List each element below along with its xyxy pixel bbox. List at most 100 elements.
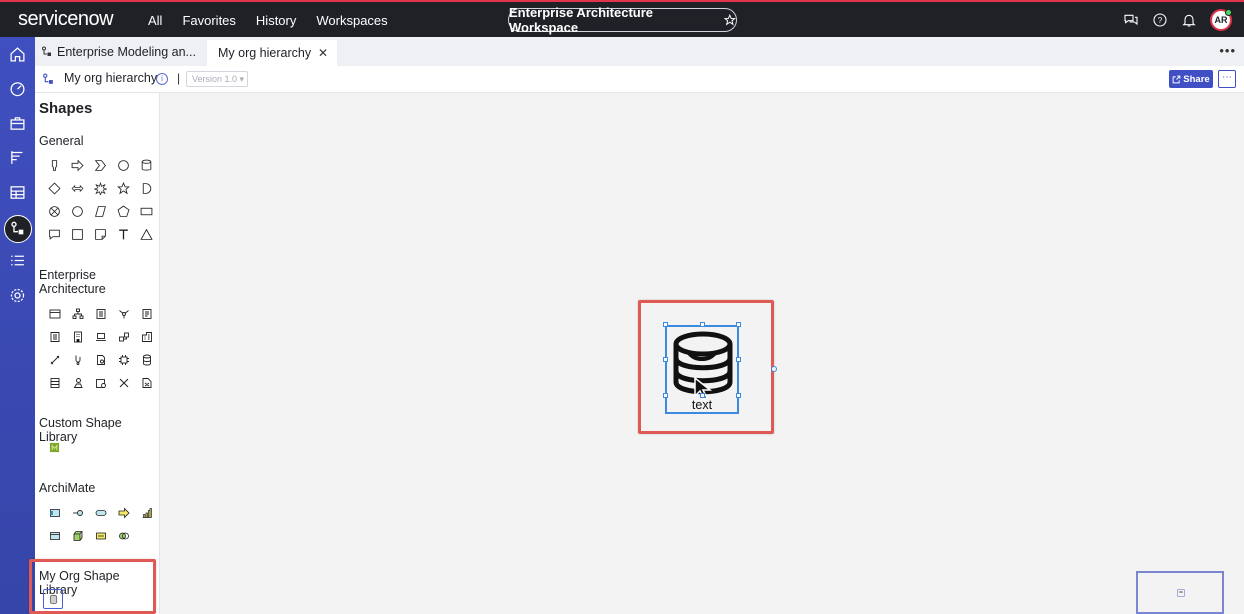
chip-ea-icon[interactable] [112,348,135,371]
share-label: Share [1183,73,1210,85]
server-ea-icon[interactable] [43,371,66,394]
dashboard-icon[interactable] [9,80,26,97]
callout-shape-icon[interactable] [43,223,66,246]
minimap[interactable] [1136,571,1224,614]
nav-workspaces[interactable]: Workspaces [316,13,387,28]
tab-enterprise-modeling[interactable]: Enterprise Modeling an... [41,45,196,59]
node-archimate-icon[interactable] [135,501,158,524]
document-ea-icon[interactable] [135,302,158,325]
avatar-initials: AR [1214,15,1228,25]
office-ea-icon[interactable] [66,325,89,348]
left-icon-rail [0,37,35,614]
building-ea-icon[interactable] [89,302,112,325]
modeling-nav-active[interactable] [4,215,32,243]
archimate-grid [43,501,158,547]
enterprise-ea-icon[interactable] [135,325,158,348]
briefcase-icon[interactable] [9,115,26,132]
network-ea-icon[interactable] [112,302,135,325]
resize-handle[interactable] [736,322,741,327]
chat-icon[interactable] [1123,12,1139,28]
close-icon[interactable]: ✕ [318,46,328,60]
circle-shape-icon[interactable] [112,154,135,177]
home-icon[interactable] [9,46,26,63]
settings-icon[interactable] [9,287,26,304]
star-icon[interactable] [724,14,736,26]
tools-ea-icon[interactable] [112,371,135,394]
tab-label: Enterprise Modeling an... [57,45,196,59]
diamond-shape-icon[interactable] [43,177,66,200]
resize-handle[interactable] [700,322,705,327]
more-icon[interactable]: ••• [1219,43,1236,58]
section-enterprise-architecture: Enterprise Architecture [39,268,106,296]
process-ea-icon[interactable] [112,325,135,348]
double-arrow-shape-icon[interactable] [66,177,89,200]
svg-text:?: ? [1158,16,1163,25]
more-actions-button[interactable]: ⋯ [1218,70,1236,88]
tab-label: My org hierarchy [218,46,312,60]
info-icon[interactable]: i [156,73,168,85]
app-component-archimate-icon[interactable] [43,501,66,524]
diagram-icon [42,46,51,56]
policy-ea-icon[interactable] [89,348,112,371]
custom-shape-icon[interactable] [43,436,66,459]
workspace-tabs: Enterprise Modeling an... My org hierarc… [35,37,1244,66]
burst-shape-icon[interactable] [89,177,112,200]
cylinder-shape-icon[interactable] [135,154,158,177]
delay-shape-icon[interactable] [135,177,158,200]
nav-history[interactable]: History [256,13,296,28]
pentagon-shape-icon[interactable] [112,200,135,223]
resize-handle[interactable] [663,357,668,362]
note-shape-icon[interactable] [89,223,112,246]
users-ea-icon[interactable] [66,371,89,394]
workspace-title-pill[interactable]: Enterprise Architecture Workspace [508,5,737,35]
table-icon[interactable] [9,184,26,201]
resize-handle[interactable] [736,357,741,362]
tab-my-org-hierarchy[interactable]: My org hierarchy ✕ [207,40,337,66]
ellipse-shape-icon[interactable] [66,200,89,223]
triangle-shape-icon[interactable] [135,223,158,246]
process-archimate-icon[interactable] [112,501,135,524]
square-shape-icon[interactable] [66,223,89,246]
shape-label[interactable]: text [665,398,739,412]
interface-archimate-icon[interactable] [66,501,89,524]
parallelogram-shape-icon[interactable] [89,200,112,223]
nav-favorites[interactable]: Favorites [182,13,235,28]
roadmap-icon[interactable] [9,149,26,166]
connector-handle[interactable] [771,366,777,372]
window-ea-icon[interactable] [43,302,66,325]
nav-all[interactable]: All [148,13,162,28]
resize-handle[interactable] [663,322,668,327]
report-ea-icon[interactable] [43,325,66,348]
data-object-archimate-icon[interactable] [43,524,66,547]
top-right-icons: ? AR [1123,9,1232,31]
servicenow-logo[interactable]: servicenow [18,8,114,31]
star-shape-icon[interactable] [112,177,135,200]
chevron-shape-icon[interactable] [89,154,112,177]
collaboration-archimate-icon[interactable] [112,524,135,547]
arrow-shape-icon[interactable] [66,154,89,177]
risk-ea-icon[interactable] [135,371,158,394]
presence-dot [1225,9,1232,16]
rectangle-shape-icon[interactable] [135,200,158,223]
bell-icon[interactable] [1181,12,1197,28]
lightbulb-shape-icon[interactable] [43,154,66,177]
share-button[interactable]: Share [1169,70,1213,88]
calendar-ea-icon[interactable] [89,371,112,394]
text-shape-icon[interactable] [112,223,135,246]
service-archimate-icon[interactable] [89,501,112,524]
database-ea-icon[interactable] [135,348,158,371]
avatar[interactable]: AR [1210,9,1232,31]
top-navigation-bar: servicenow All Favorites History Workspa… [0,0,1244,37]
integration-ea-icon[interactable] [43,348,66,371]
device-archimate-icon[interactable] [66,524,89,547]
main-nav: All Favorites History Workspaces [148,13,388,28]
org-chart-ea-icon[interactable] [66,302,89,325]
laptop-ea-icon[interactable] [89,325,112,348]
cross-circle-shape-icon[interactable] [43,200,66,223]
list-icon[interactable] [9,252,26,269]
help-icon[interactable]: ? [1152,12,1168,28]
shapes-panel: Shapes General Enterprise Architecture C… [35,93,160,614]
capability-ea-icon[interactable] [66,348,89,371]
version-select[interactable]: Version 1.0 ▾ [186,71,248,87]
artifact-archimate-icon[interactable] [89,524,112,547]
